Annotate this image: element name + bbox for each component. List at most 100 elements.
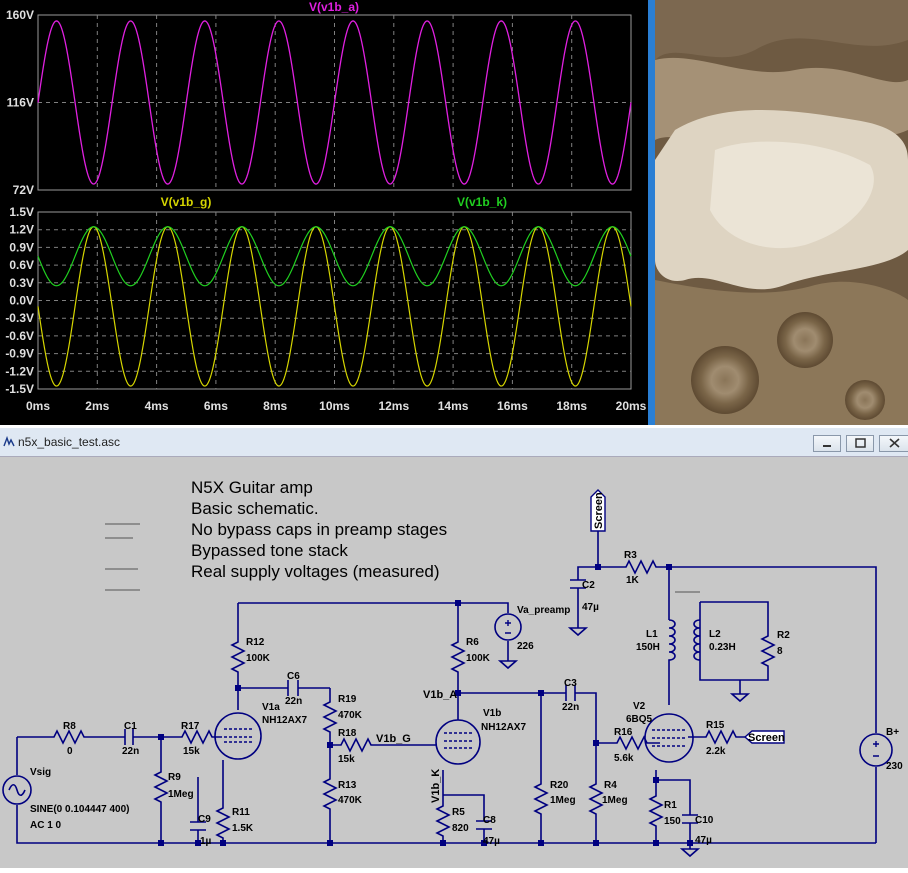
net-label-v1b-k: V1b_K bbox=[430, 769, 442, 803]
net-label-screen-right: Screen bbox=[748, 732, 785, 744]
c2-value[interactable]: 47µ bbox=[582, 602, 599, 613]
r4-name[interactable]: R4 bbox=[604, 780, 617, 791]
r9-value[interactable]: 1Meg bbox=[168, 789, 194, 800]
schematic-canvas[interactable]: N5X Guitar amp Basic schematic. No bypas… bbox=[0, 457, 908, 868]
r3-name[interactable]: R3 bbox=[624, 550, 637, 561]
c2-name[interactable]: C2 bbox=[582, 580, 595, 591]
l2-value[interactable]: 0.23H bbox=[709, 642, 736, 653]
l1-value[interactable]: 150H bbox=[636, 642, 660, 653]
r8-value[interactable]: 0 bbox=[67, 746, 73, 757]
v1a-value[interactable]: NH12AX7 bbox=[262, 715, 307, 726]
y-tick-label: -1.5V bbox=[5, 382, 34, 396]
c3-name[interactable]: C3 bbox=[564, 678, 577, 689]
x-tick-label: 16ms bbox=[497, 399, 528, 413]
r6-name[interactable]: R6 bbox=[466, 637, 479, 648]
vsig-value[interactable]: SINE(0 0.104447 400) bbox=[30, 804, 130, 815]
r12-value[interactable]: 100K bbox=[246, 653, 271, 664]
r16-value[interactable]: 5.6k bbox=[614, 753, 634, 764]
restore-button[interactable] bbox=[846, 435, 874, 452]
r18-value[interactable]: 15k bbox=[338, 754, 355, 765]
r20-name[interactable]: R20 bbox=[550, 780, 569, 791]
x-tick-label: 4ms bbox=[145, 399, 169, 413]
y-tick-label: 160V bbox=[6, 8, 34, 22]
r16-name[interactable]: R16 bbox=[614, 727, 633, 738]
restore-icon bbox=[855, 438, 866, 448]
r12-name[interactable]: R12 bbox=[246, 637, 265, 648]
bplus-name[interactable]: B+ bbox=[886, 727, 899, 738]
y-tick-label: 72V bbox=[13, 183, 34, 197]
r13-value[interactable]: 470K bbox=[338, 795, 363, 806]
r6-value[interactable]: 100K bbox=[466, 653, 491, 664]
c10-value[interactable]: 47µ bbox=[695, 835, 712, 846]
note-line-3: No bypass caps in preamp stages bbox=[191, 520, 447, 539]
va-preamp-value[interactable]: 226 bbox=[517, 641, 534, 652]
c10-name[interactable]: C10 bbox=[695, 815, 714, 826]
top-trace-label[interactable]: V(v1b_a) bbox=[309, 0, 359, 14]
x-tick-label: 18ms bbox=[556, 399, 587, 413]
vsig-ac[interactable]: AC 1 0 bbox=[30, 820, 62, 831]
v1a-name[interactable]: V1a bbox=[262, 702, 280, 713]
r5-name[interactable]: R5 bbox=[452, 807, 465, 818]
r11-value[interactable]: 1.5K bbox=[232, 823, 254, 834]
va-preamp-name[interactable]: Va_preamp bbox=[517, 605, 570, 616]
r11-name[interactable]: R11 bbox=[232, 807, 250, 818]
r9-name[interactable]: R9 bbox=[168, 772, 181, 783]
r2-name[interactable]: R2 bbox=[777, 630, 790, 641]
r1-name[interactable]: R1 bbox=[664, 800, 677, 811]
c1-name[interactable]: C1 bbox=[124, 721, 137, 732]
c6-value[interactable]: 22n bbox=[285, 696, 302, 707]
close-button[interactable] bbox=[879, 435, 908, 452]
schematic-titlebar[interactable]: n5x_basic_test.asc bbox=[0, 428, 908, 457]
net-label-v1b-a: V1b_A bbox=[423, 689, 457, 701]
vsig-name[interactable]: Vsig bbox=[30, 767, 51, 778]
l2-name[interactable]: L2 bbox=[709, 629, 721, 640]
x-tick-label: 8ms bbox=[263, 399, 287, 413]
schematic-drawing: N5X Guitar amp Basic schematic. No bypas… bbox=[2, 478, 903, 857]
y-tick-label: -0.3V bbox=[5, 311, 34, 325]
r1-value[interactable]: 150 bbox=[664, 816, 681, 827]
note-line-5: Real supply voltages (measured) bbox=[191, 562, 440, 581]
r17-name[interactable]: R17 bbox=[181, 721, 200, 732]
r19-value[interactable]: 470K bbox=[338, 710, 363, 721]
x-tick-label: 14ms bbox=[438, 399, 469, 413]
close-icon bbox=[889, 438, 900, 448]
waveform-plot: V(v1b_a) V(v1b_g) V(v1b_k) 160V 116V 72V 1… bbox=[5, 0, 647, 413]
c9-value[interactable]: 1µ bbox=[200, 836, 212, 847]
r19-name[interactable]: R19 bbox=[338, 694, 357, 705]
minimize-icon bbox=[823, 445, 831, 447]
v1b-name[interactable]: V1b bbox=[483, 708, 501, 719]
r15-value[interactable]: 2.2k bbox=[706, 746, 726, 757]
c9-name[interactable]: C9 bbox=[198, 814, 211, 825]
c8-value[interactable]: 47µ bbox=[483, 836, 500, 847]
trace-v1b-g bbox=[37, 226, 632, 387]
x-tick-label: 20ms bbox=[616, 399, 647, 413]
r3-value[interactable]: 1K bbox=[626, 575, 640, 586]
minimize-button[interactable] bbox=[813, 435, 841, 452]
c1-value[interactable]: 22n bbox=[122, 746, 139, 757]
note-line-1: N5X Guitar amp bbox=[191, 478, 313, 497]
k-trace-label[interactable]: V(v1b_k) bbox=[457, 195, 507, 209]
y-tick-label: 0.3V bbox=[9, 276, 34, 290]
r5-value[interactable]: 820 bbox=[452, 823, 469, 834]
g-trace-label[interactable]: V(v1b_g) bbox=[161, 195, 212, 209]
bplus-value[interactable]: 230 bbox=[886, 761, 903, 772]
l1-name[interactable]: L1 bbox=[646, 629, 658, 640]
r17-value[interactable]: 15k bbox=[183, 746, 200, 757]
net-label-v1b-g: V1b_G bbox=[376, 733, 411, 745]
v2-value[interactable]: 6BQ5 bbox=[626, 714, 653, 725]
r4-value[interactable]: 1Meg bbox=[602, 795, 628, 806]
c8-name[interactable]: C8 bbox=[483, 815, 496, 826]
v1b-value[interactable]: NH12AX7 bbox=[481, 722, 526, 733]
r8-name[interactable]: R8 bbox=[63, 721, 76, 732]
c3-value[interactable]: 22n bbox=[562, 702, 579, 713]
x-tick-label: 0ms bbox=[26, 399, 50, 413]
r13-name[interactable]: R13 bbox=[338, 780, 357, 791]
x-tick-label: 2ms bbox=[85, 399, 109, 413]
r15-name[interactable]: R15 bbox=[706, 720, 725, 731]
r2-value[interactable]: 8 bbox=[777, 646, 783, 657]
c6-name[interactable]: C6 bbox=[287, 671, 300, 682]
v2-name[interactable]: V2 bbox=[633, 701, 646, 712]
r20-value[interactable]: 1Meg bbox=[550, 795, 576, 806]
waveform-viewer[interactable]: V(v1b_a) V(v1b_g) V(v1b_k) 160V 116V 72V 1… bbox=[0, 0, 655, 425]
r18-name[interactable]: R18 bbox=[338, 728, 357, 739]
